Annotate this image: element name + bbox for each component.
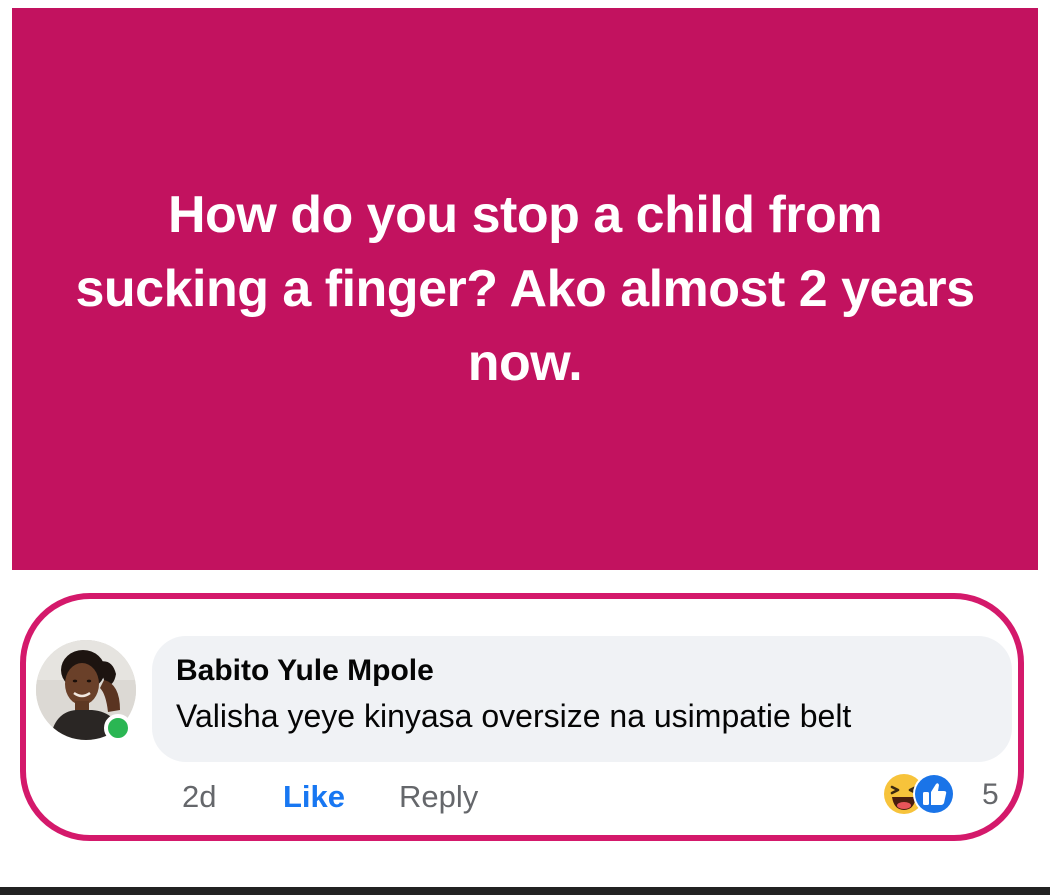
post-card: How do you stop a child from sucking a f… [12,8,1038,570]
post-text: How do you stop a child from sucking a f… [75,186,975,392]
like-button[interactable]: Like [283,779,345,815]
comment-author[interactable]: Babito Yule Mpole [176,654,434,688]
like-reaction-icon [913,773,955,815]
reaction-count: 5 [982,778,999,811]
reply-button[interactable]: Reply [399,779,478,815]
comment-text: Valisha yeye kinyasa oversize na usimpat… [176,698,852,734]
online-status-dot [104,714,132,742]
reactions-summary[interactable]: 5 [882,770,1012,816]
comment-bubble: Babito Yule Mpole Valisha yeye kinyasa o… [152,636,1012,762]
bottom-divider [0,887,1050,895]
comment-timestamp[interactable]: 2d [182,779,216,815]
